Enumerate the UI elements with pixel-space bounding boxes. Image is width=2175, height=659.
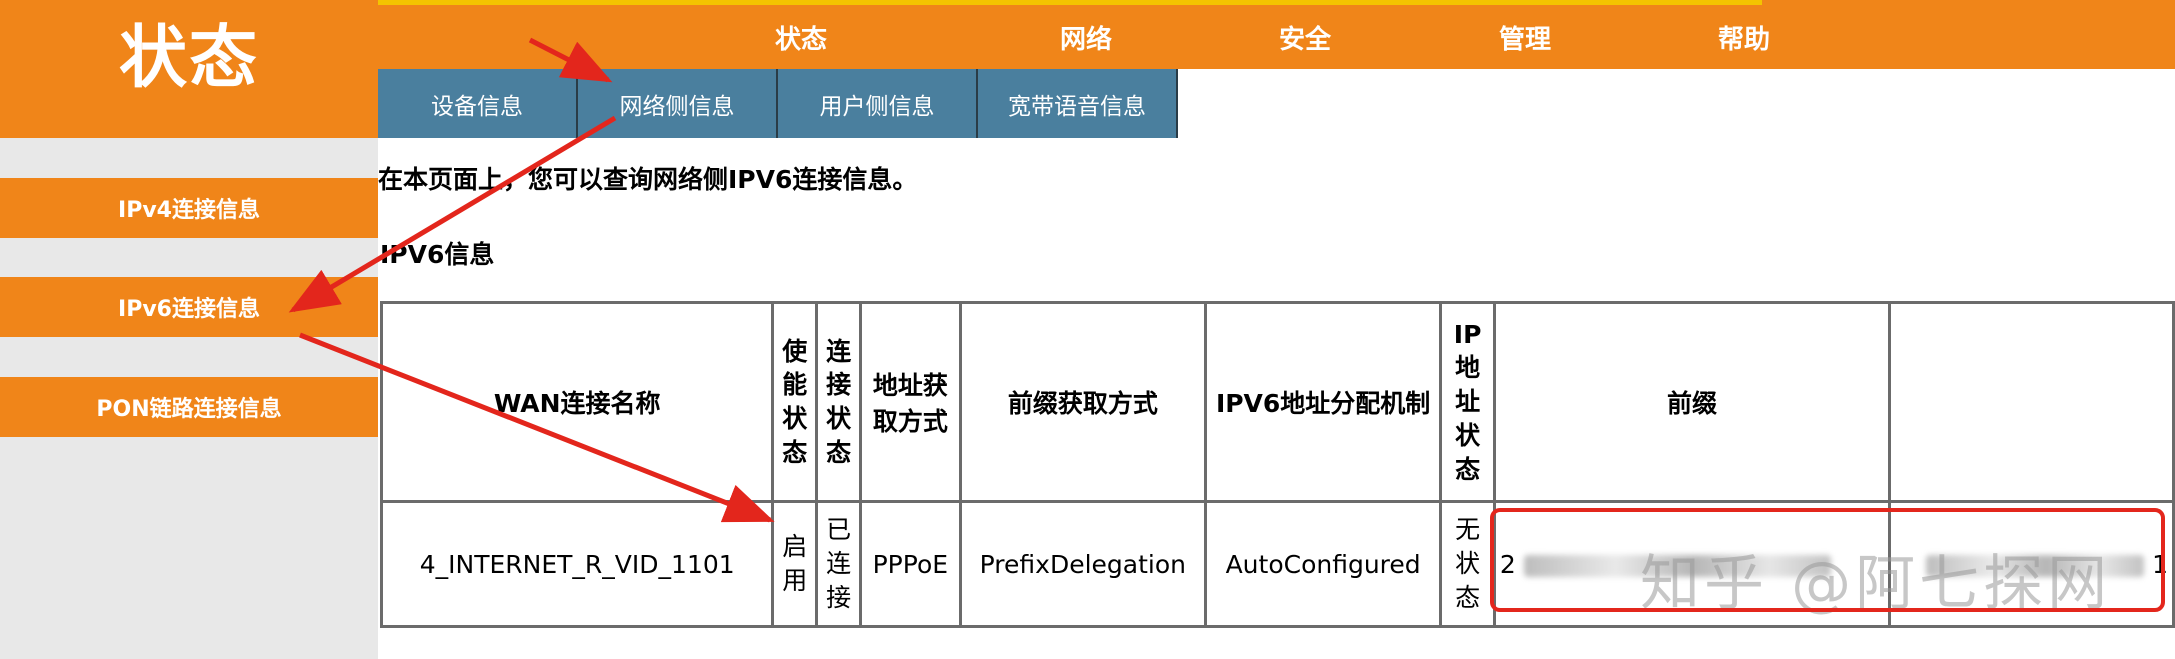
arrow-to-table-row (299, 332, 775, 523)
arrow-to-network-tab (528, 37, 613, 83)
annotation-arrows (288, 37, 775, 523)
arrow-to-ipv6-item (288, 115, 617, 313)
